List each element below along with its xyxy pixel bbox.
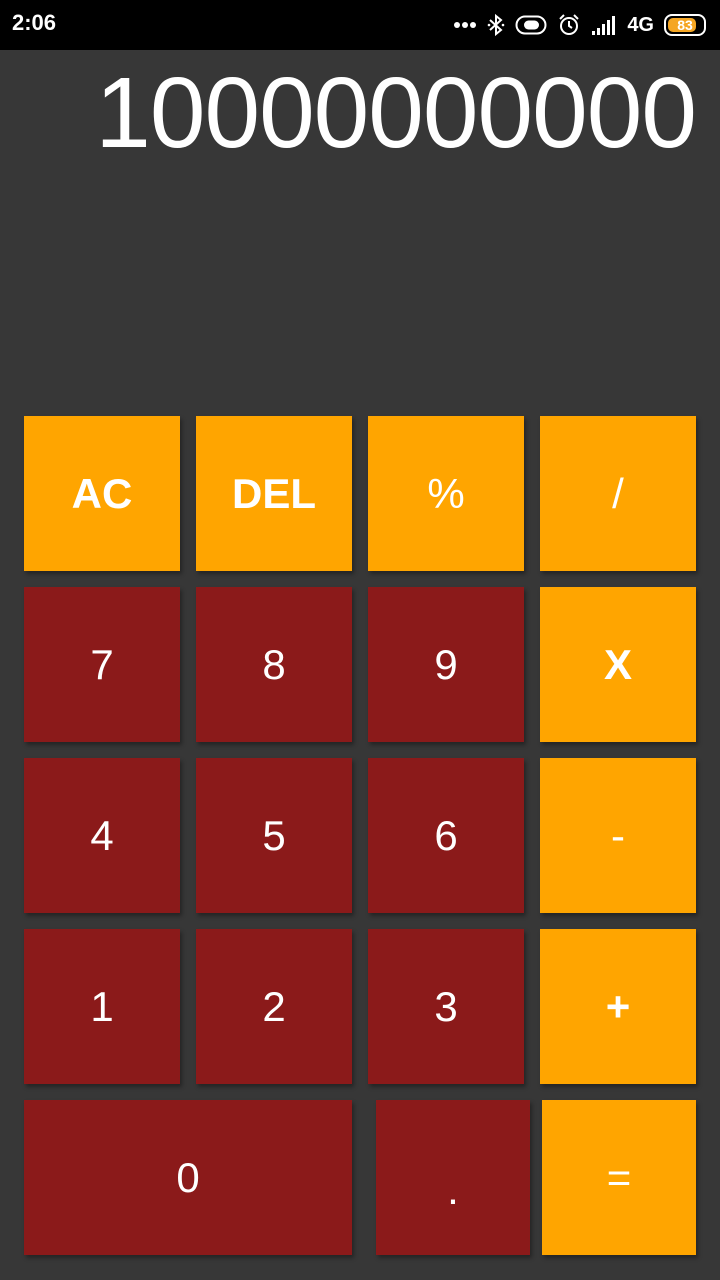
digit-2-button[interactable]: 2 (196, 929, 352, 1084)
multiply-button[interactable]: X (540, 587, 696, 742)
digit-7-button[interactable]: 7 (24, 587, 180, 742)
digit-8-button[interactable]: 8 (196, 587, 352, 742)
status-icons: 4G 83 (453, 9, 706, 41)
digit-1-button[interactable]: 1 (24, 929, 180, 1084)
percent-button[interactable]: % (368, 416, 524, 571)
digit-5-button[interactable]: 5 (196, 758, 352, 913)
status-bar: 2:06 4G 83 (0, 0, 720, 50)
toggle-icon (515, 14, 547, 36)
alarm-icon (557, 13, 581, 37)
display-value: 10000000000 (95, 57, 697, 169)
digit-9-button[interactable]: 9 (368, 587, 524, 742)
minus-button[interactable]: - (540, 758, 696, 913)
digit-0-button[interactable]: 0 (24, 1100, 352, 1255)
status-time: 2:06 (12, 10, 57, 35)
digit-3-button[interactable]: 3 (368, 929, 524, 1084)
decimal-point-button[interactable]: . (376, 1100, 530, 1255)
equals-button[interactable]: = (542, 1100, 696, 1255)
battery-level: 83 (677, 17, 693, 33)
network-type: 4G (627, 13, 654, 36)
delete-button[interactable]: DEL (196, 416, 352, 571)
battery-icon: 83 (664, 14, 706, 36)
calculator-display: 10000000000 (0, 50, 720, 410)
signal-icon (591, 14, 617, 36)
calculator-screen: 2:06 4G 83 10000000000 AC DEL % / 7 8 9 … (0, 0, 720, 1280)
digit-6-button[interactable]: 6 (368, 758, 524, 913)
divide-button[interactable]: / (540, 416, 696, 571)
bluetooth-icon (487, 13, 505, 37)
ac-button[interactable]: AC (24, 416, 180, 571)
more-dots-icon (453, 21, 477, 29)
digit-4-button[interactable]: 4 (24, 758, 180, 913)
plus-button[interactable]: + (540, 929, 696, 1084)
